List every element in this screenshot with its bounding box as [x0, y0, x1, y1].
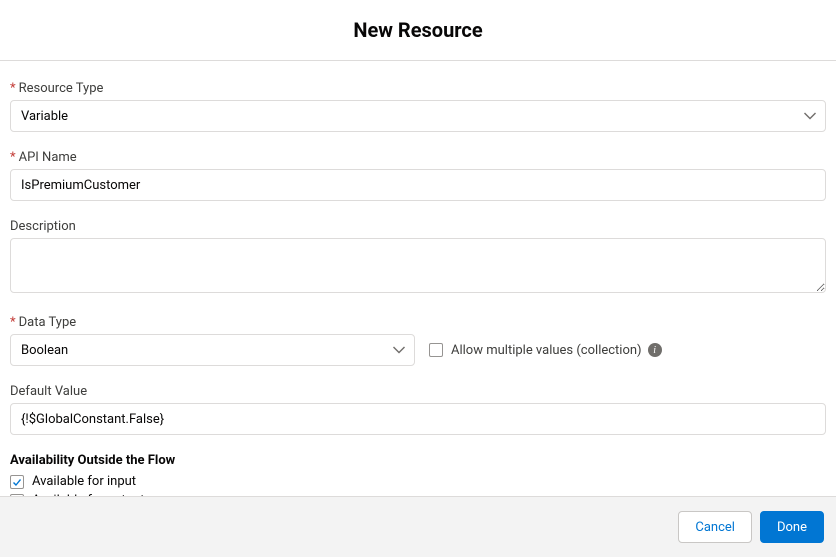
resource-type-label: *Resource Type	[10, 81, 826, 96]
check-icon	[12, 477, 22, 487]
data-type-row: *Data Type Boolean Allow multiple values…	[10, 315, 826, 366]
modal-header: New Resource	[0, 0, 836, 60]
done-button[interactable]: Done	[760, 511, 824, 543]
collection-checkbox[interactable]	[429, 343, 443, 357]
modal-body: *Resource Type Variable *API Name Descri…	[0, 61, 836, 496]
collection-label: Allow multiple values (collection) i	[451, 343, 662, 358]
collection-label-text: Allow multiple values (collection)	[451, 343, 642, 358]
data-type-group: *Data Type Boolean	[10, 315, 415, 366]
default-value-label: Default Value	[10, 384, 826, 399]
page-title: New Resource	[0, 18, 836, 42]
default-value-group: Default Value	[10, 384, 826, 435]
availability-section: Availability Outside the Flow Available …	[10, 453, 826, 496]
required-asterisk: *	[10, 315, 16, 330]
resource-type-label-text: Resource Type	[19, 81, 104, 96]
cancel-button[interactable]: Cancel	[678, 511, 752, 543]
api-name-group: *API Name	[10, 150, 826, 201]
modal-footer: Cancel Done	[0, 496, 836, 557]
resource-type-select[interactable]: Variable	[10, 100, 826, 132]
data-type-label-text: Data Type	[19, 315, 77, 330]
available-for-input-label: Available for input	[32, 474, 136, 489]
default-value-input[interactable]	[10, 403, 826, 435]
required-asterisk: *	[10, 81, 16, 96]
description-textarea[interactable]	[10, 238, 826, 293]
data-type-label: *Data Type	[10, 315, 415, 330]
available-for-input-row: Available for input	[10, 474, 826, 489]
required-asterisk: *	[10, 150, 16, 165]
collection-group: Allow multiple values (collection) i	[429, 334, 662, 366]
resource-type-group: *Resource Type Variable	[10, 81, 826, 132]
description-label: Description	[10, 219, 826, 234]
availability-title: Availability Outside the Flow	[10, 453, 826, 468]
api-name-input[interactable]	[10, 169, 826, 201]
data-type-value: Boolean	[21, 343, 68, 358]
description-group: Description	[10, 219, 826, 297]
api-name-label: *API Name	[10, 150, 826, 165]
available-for-input-checkbox[interactable]	[10, 475, 24, 489]
data-type-select-control[interactable]: Boolean	[10, 334, 415, 366]
data-type-select[interactable]: Boolean	[10, 334, 415, 366]
info-icon[interactable]: i	[648, 343, 662, 357]
resource-type-select-control[interactable]: Variable	[10, 100, 826, 132]
api-name-label-text: API Name	[19, 150, 77, 165]
resource-type-value: Variable	[21, 109, 68, 124]
